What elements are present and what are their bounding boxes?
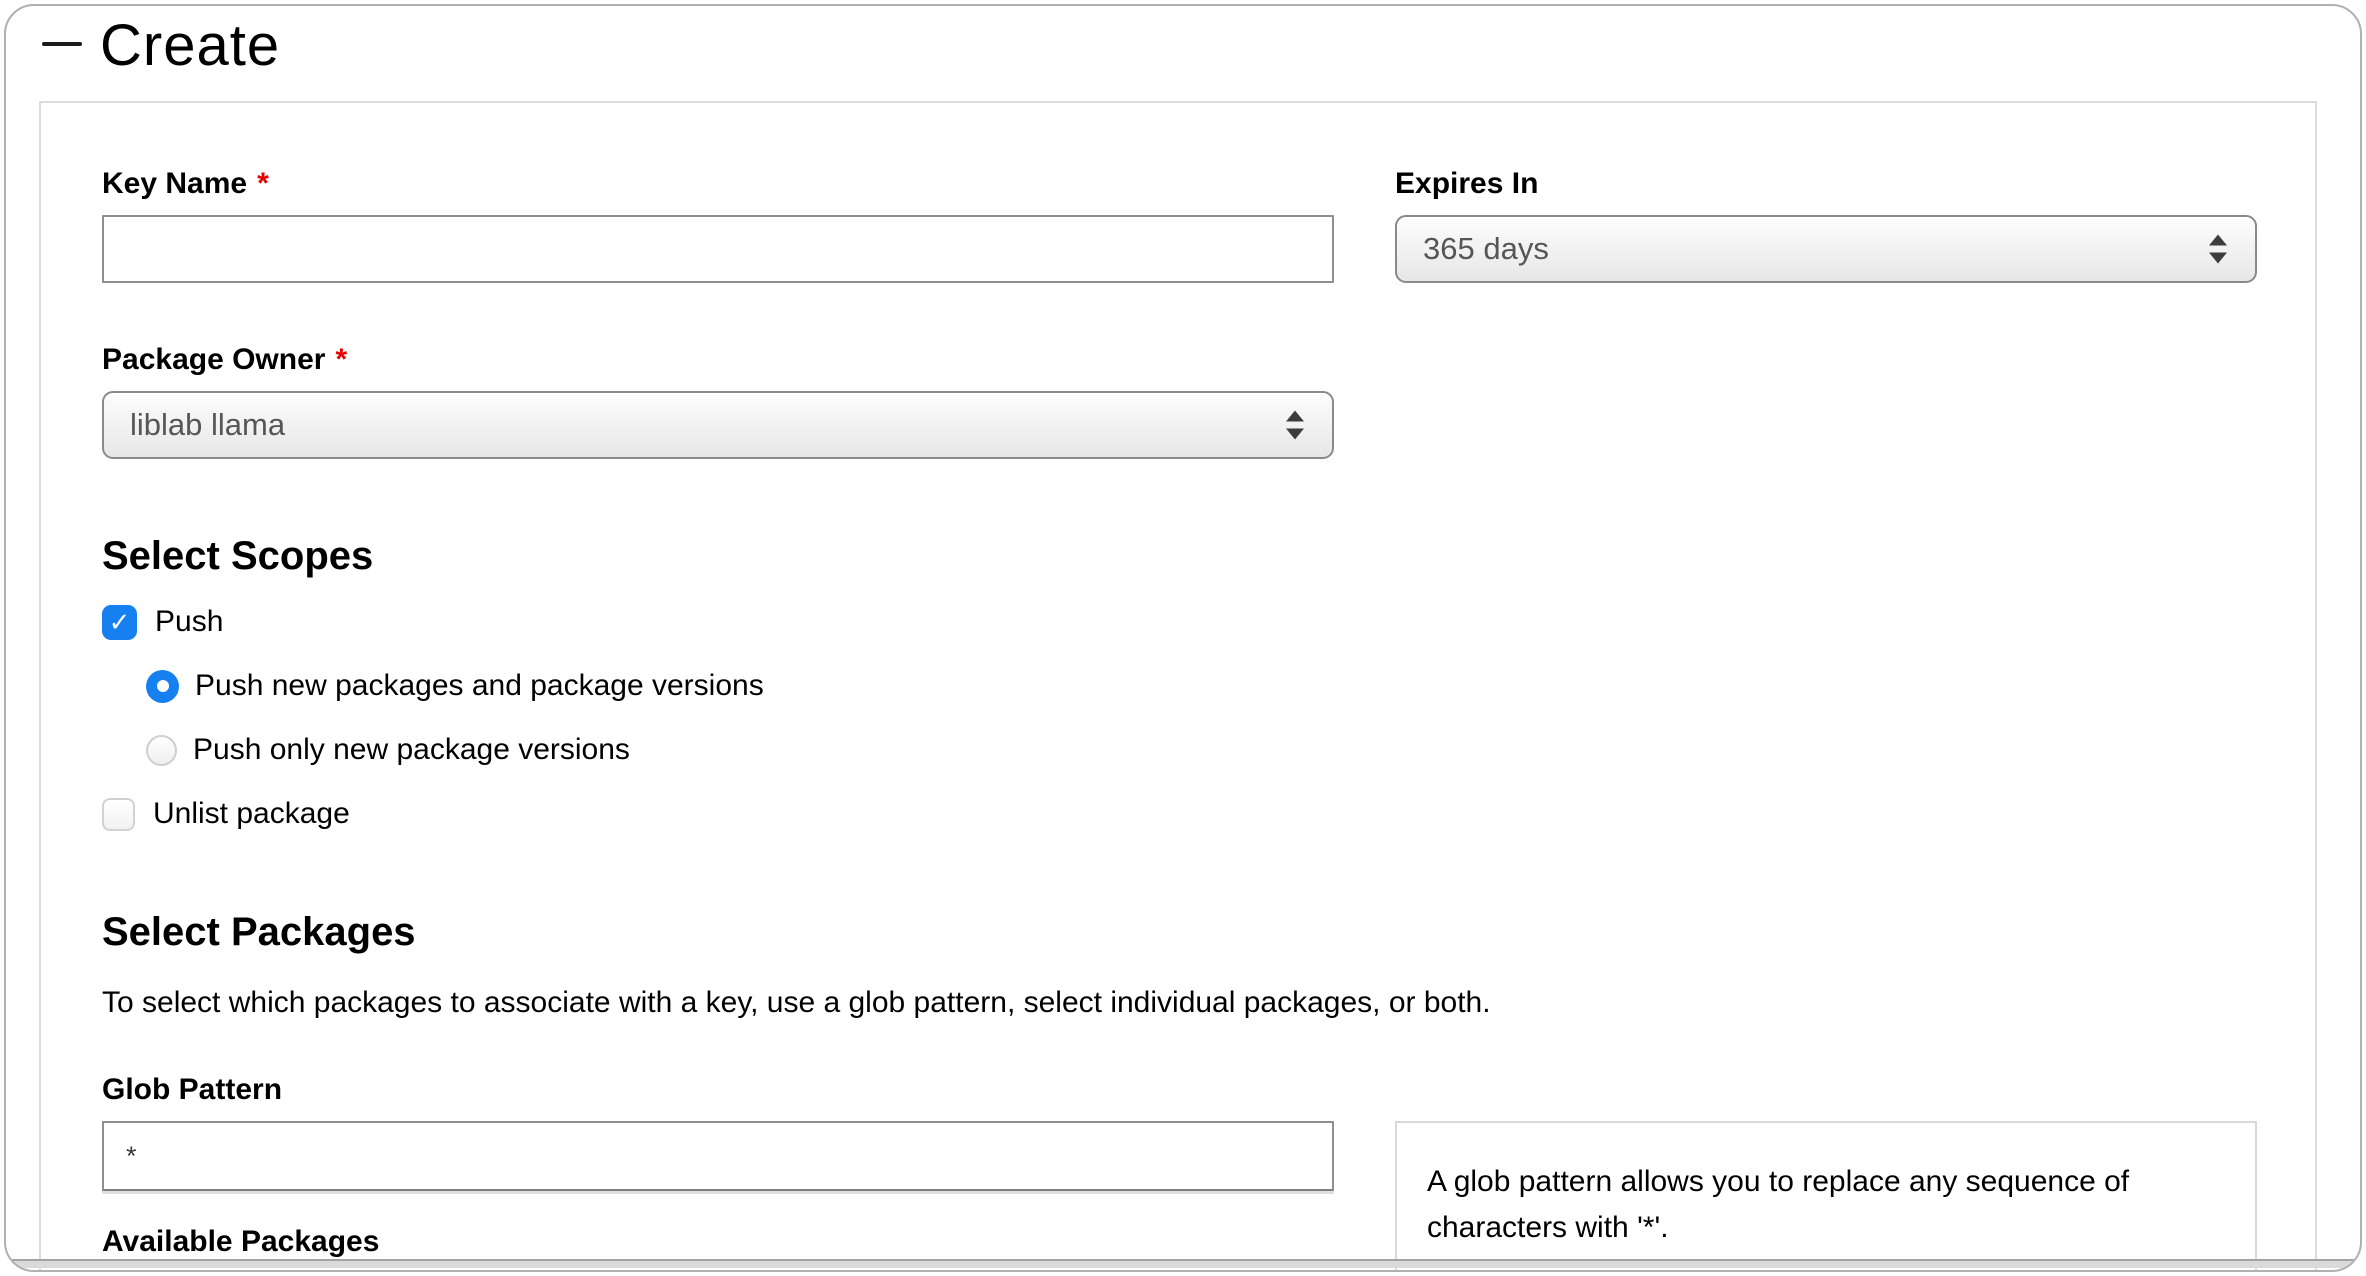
unlist-package-checkbox[interactable] [102,798,135,831]
key-name-label: Key Name * [102,167,1334,201]
row-package-owner: Package Owner * liblab llama [102,343,2257,459]
push-new-packages-radio[interactable] [146,670,179,703]
push-only-versions-radio[interactable] [146,735,177,766]
row-keyname-expires: Key Name * Expires In 365 days [102,167,2257,283]
select-packages-heading: Select Packages [102,909,2257,955]
unlist-package-row: Unlist package [102,795,2257,833]
select-updown-icon [2209,235,2227,264]
available-packages-label: Available Packages [102,1225,1334,1259]
create-api-key-window: Create Key Name * Expires In 365 days [4,4,2362,1272]
expires-in-value: 365 days [1423,231,1549,267]
push-only-versions-label: Push only new package versions [193,731,630,769]
glob-pattern-label: Glob Pattern [102,1073,1334,1107]
available-packages-list-cutoff[interactable] [8,1259,2358,1268]
select-updown-icon [1286,411,1304,440]
glob-pattern-input[interactable] [102,1121,1334,1191]
create-form-panel: Key Name * Expires In 365 days [39,101,2317,1272]
package-owner-value: liblab llama [130,407,285,443]
unlist-package-label: Unlist package [153,795,350,833]
push-scope-row: Push [102,603,2257,641]
expires-in-select[interactable]: 365 days [1395,215,2257,283]
push-only-versions-row: Push only new package versions [146,731,2257,769]
row-glob-pattern: Glob Pattern Available Packages A glob p… [102,1073,2257,1272]
package-owner-label: Package Owner * [102,343,1334,377]
glob-hint-box: A glob pattern allows you to replace any… [1395,1121,2257,1272]
push-new-packages-label: Push new packages and package versions [195,667,764,705]
select-packages-description: To select which packages to associate wi… [102,985,2257,1021]
page-title: Create [100,12,280,79]
push-label: Push [155,603,223,641]
push-new-packages-row: Push new packages and package versions [146,667,2257,705]
expires-in-label: Expires In [1395,167,2257,201]
push-checkbox[interactable] [102,605,137,640]
required-asterisk: * [335,343,347,377]
key-name-input[interactable] [102,215,1334,283]
select-scopes-heading: Select Scopes [102,533,2257,579]
package-owner-select[interactable]: liblab llama [102,391,1334,459]
required-asterisk: * [257,167,269,201]
collapse-minus-icon[interactable] [42,42,82,46]
glob-hint-text: A glob pattern allows you to replace any… [1427,1165,2129,1244]
create-section-header: Create [6,6,2360,104]
